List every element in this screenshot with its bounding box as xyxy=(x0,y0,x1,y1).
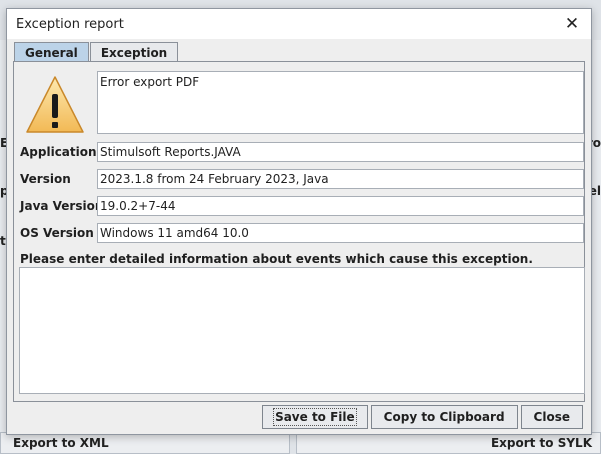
export-xml-button[interactable]: Export to XML xyxy=(0,432,290,454)
dialog-title: Exception report xyxy=(16,16,124,32)
java-version-field[interactable]: 19.0.2+7-44 xyxy=(97,196,584,216)
exception-report-dialog: Exception report ✕ General Exception Err… xyxy=(6,8,592,435)
copy-to-clipboard-button[interactable]: Copy to Clipboard xyxy=(370,405,518,429)
field-label: Application xyxy=(20,145,97,159)
field-label: OS Version xyxy=(20,226,94,240)
version-field[interactable]: 2023.1.8 from 24 February 2023, Java xyxy=(97,169,584,189)
field-version: Version 2023.1.8 from 24 February 2023, … xyxy=(20,169,586,189)
field-java-version: Java Version 19.0.2+7-44 xyxy=(20,196,586,216)
save-to-file-button[interactable]: Save to File xyxy=(262,405,368,429)
field-label: Java Version xyxy=(20,199,104,213)
field-os-version: OS Version Windows 11 amd64 10.0 xyxy=(20,223,586,243)
general-panel: Error export PDF Application Stimulsoft … xyxy=(13,61,585,402)
save-button-label: Save to File xyxy=(273,408,357,426)
warning-triangle-icon xyxy=(26,76,84,133)
export-sylk-button[interactable]: Export to SYLK xyxy=(296,432,601,454)
tab-exception[interactable]: Exception xyxy=(89,42,179,62)
tab-strip: General Exception xyxy=(14,42,179,62)
copy-button-label: Copy to Clipboard xyxy=(383,410,505,424)
field-application: Application Stimulsoft Reports.JAVA xyxy=(20,142,586,162)
dialog-button-bar: Save to File Copy to Clipboard Close xyxy=(262,405,583,429)
background-label-fragment: t xyxy=(0,234,6,248)
os-version-field[interactable]: Windows 11 amd64 10.0 xyxy=(97,223,584,243)
details-textarea[interactable] xyxy=(19,267,585,394)
field-label: Version xyxy=(20,172,71,186)
background-right-strip xyxy=(593,40,601,435)
dialog-titlebar: Exception report ✕ xyxy=(7,9,591,39)
error-message-box[interactable]: Error export PDF xyxy=(97,71,584,134)
tab-general[interactable]: General xyxy=(14,42,89,62)
close-icon[interactable]: ✕ xyxy=(561,13,583,35)
close-button[interactable]: Close xyxy=(520,405,583,429)
close-button-label: Close xyxy=(533,410,570,424)
details-prompt: Please enter detailed information about … xyxy=(20,252,533,266)
application-field[interactable]: Stimulsoft Reports.JAVA xyxy=(97,142,584,162)
